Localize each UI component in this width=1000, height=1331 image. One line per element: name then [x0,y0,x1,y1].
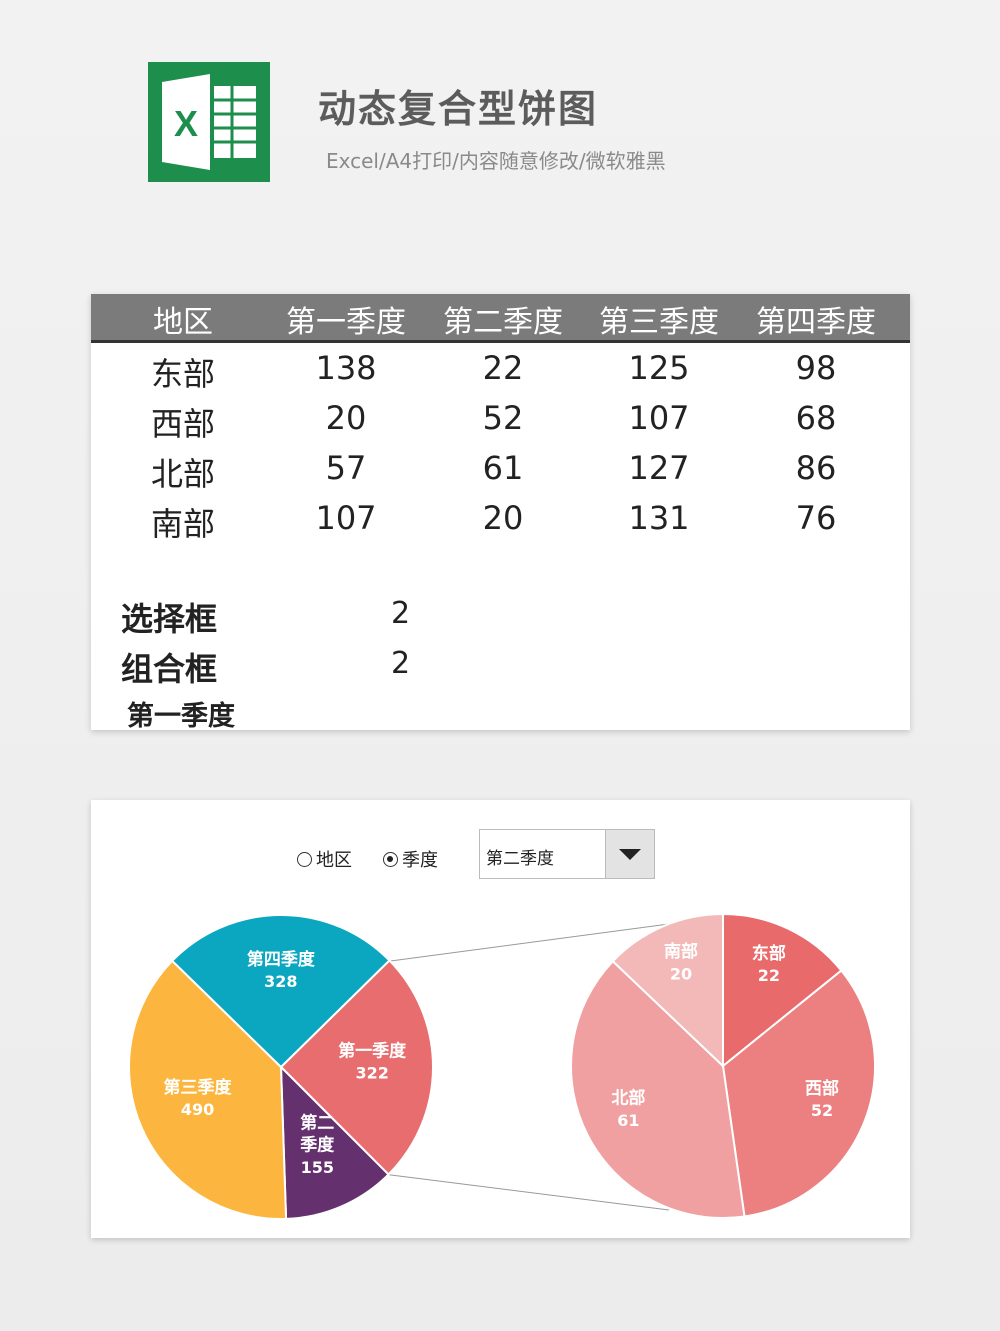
table-row: 南部 107 20 131 76 [91,499,910,549]
header-q3: 第三季度 [599,305,719,340]
cell-value: 127 [628,449,690,487]
detail-pie-slice-label: 西部 [805,1078,839,1099]
data-sheet: 地区 第一季度 第二季度 第三季度 第四季度 东部 138 22 125 98 … [91,294,910,732]
cell-value: 107 [628,399,690,437]
cell-value: 138 [315,349,377,387]
page-title: 动态复合型饼图 [318,87,599,131]
main-pie-slice-value: 322 [355,1063,388,1082]
main-pie-slice-value: 155 [301,1158,334,1177]
table-row: 北部 57 61 127 86 [91,449,910,499]
cell-value: 86 [795,449,837,487]
header-region: 地区 [153,305,213,340]
table-header: 地区 第一季度 第二季度 第三季度 第四季度 [91,294,910,343]
header-q4: 第四季度 [756,305,876,340]
detail-pie-slice-label: 东部 [752,943,786,964]
detail-pie-slice-value: 20 [670,964,692,983]
main-pie-slice-label: 第三季度 [164,1077,233,1098]
cell-value: 52 [482,399,524,437]
svg-text:X: X [174,103,198,144]
table-row: 东部 138 22 125 98 [91,349,910,399]
cell-region: 北部 [150,455,215,493]
current-selection-label: 第一季度 [127,701,235,732]
cell-value: 131 [628,499,690,537]
main-pie-slice-label: 第二 [300,1113,334,1134]
cell-value: 20 [482,499,524,537]
detail-pie-slice-label: 北部 [611,1088,645,1109]
composite-pie-chart: 第一季度 322 第二季度 155 第三季度 490 第四季度 328 东部 22 西部 52 北部 61… [128,912,876,1220]
main-pie-slice-value: 328 [264,972,297,991]
option-link-label: 选择框 [121,600,218,638]
combo-link-value[interactable]: 2 [391,646,410,681]
cell-value: 20 [325,399,367,437]
detail-pie-slice-value: 61 [617,1111,639,1130]
detail-pie-slice-value: 52 [811,1101,833,1120]
cell-value: 76 [795,499,837,537]
page-subtitle: Excel/A4打印/内容随意修改/微软雅黑 [326,149,666,173]
cell-value: 125 [628,349,690,387]
option-link-value[interactable]: 2 [391,596,410,631]
header-q2: 第二季度 [443,305,563,340]
chart-panel: 地区 季度 第二季度 第一季度 322 第二 季度 155 第三季度 490 第四季度 328 东… [91,800,910,1238]
excel-logo-icon: X [148,62,270,182]
combo-link-label: 组合框 [121,650,218,688]
cell-value: 22 [482,349,524,387]
main-pie-slice-label: 季度 [300,1135,335,1156]
cell-value: 98 [795,349,837,387]
detail-pie-slice-value: 22 [758,966,780,985]
cell-value: 107 [315,499,377,537]
main-pie-slice-value: 490 [181,1100,214,1119]
table-row: 西部 20 52 107 68 [91,399,910,449]
cell-value: 68 [795,399,837,437]
main-pie-slice-label: 第一季度 [338,1040,407,1061]
cell-region: 西部 [150,405,215,443]
main-pie-slice-label: 第四季度 [247,949,316,970]
cell-region: 南部 [150,505,215,543]
cell-value: 57 [325,449,367,487]
detail-pie-slice-label: 南部 [664,941,698,962]
cell-region: 东部 [150,355,215,393]
header-q1: 第一季度 [286,305,406,340]
cell-value: 61 [482,449,524,487]
